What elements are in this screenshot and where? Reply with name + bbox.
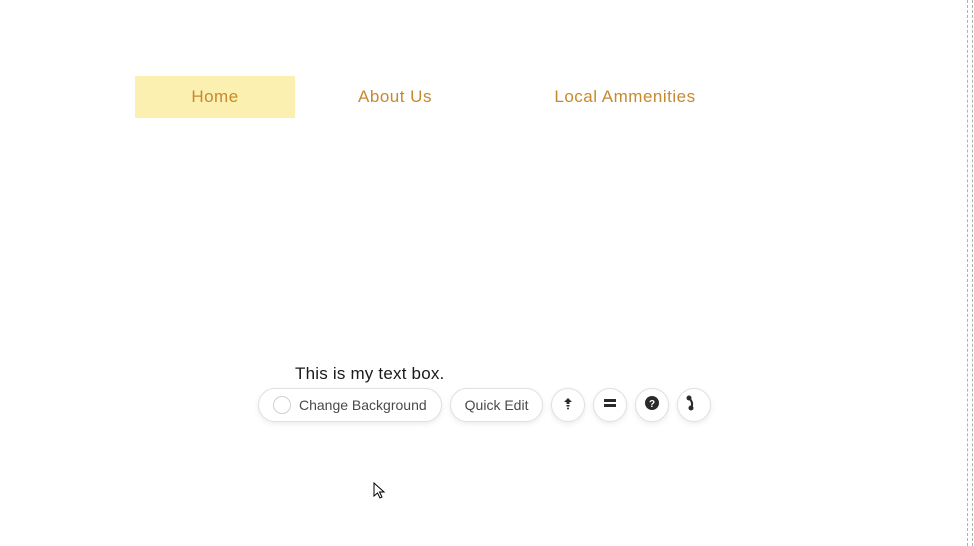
help-icon: ? — [644, 395, 660, 416]
chevron-up-double-icon — [560, 395, 576, 416]
mouse-cursor-icon — [373, 482, 387, 500]
stretch-button[interactable] — [593, 388, 627, 422]
nav-label: About Us — [358, 87, 432, 107]
nav-item-home[interactable]: Home — [135, 76, 295, 118]
animation-icon — [686, 395, 702, 416]
ruler-guide-right — [967, 0, 973, 546]
change-background-button[interactable]: Change Background — [258, 388, 442, 422]
color-swatch-icon — [273, 396, 291, 414]
quick-edit-button[interactable]: Quick Edit — [450, 388, 544, 422]
button-label: Quick Edit — [465, 397, 529, 413]
site-nav: Home About Us Local Ammenities — [135, 76, 755, 118]
help-button[interactable]: ? — [635, 388, 669, 422]
text-box-content[interactable]: This is my text box. — [295, 364, 444, 384]
nav-item-about[interactable]: About Us — [295, 76, 495, 118]
stretch-icon — [602, 395, 618, 416]
svg-text:?: ? — [649, 399, 655, 410]
nav-item-local[interactable]: Local Ammenities — [495, 76, 755, 118]
move-up-button[interactable] — [551, 388, 585, 422]
animation-button[interactable] — [677, 388, 711, 422]
nav-label: Local Ammenities — [554, 87, 695, 107]
nav-label: Home — [191, 87, 238, 107]
button-label: Change Background — [299, 397, 427, 413]
strip-toolbar: Change Background Quick Edit ? — [258, 388, 711, 422]
